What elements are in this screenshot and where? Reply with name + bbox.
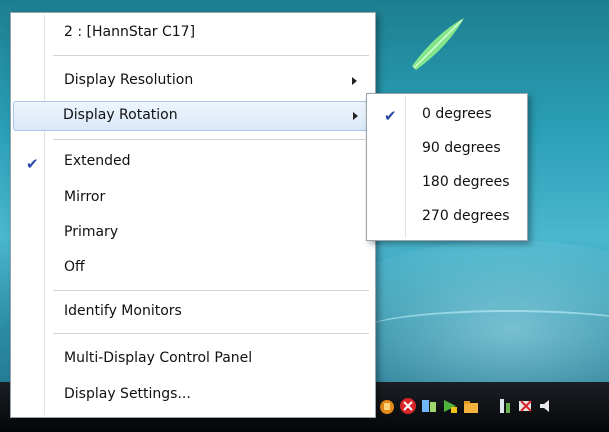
display-rotation-item[interactable]: Display Rotation [13, 101, 373, 131]
checkmark-icon: ✔ [384, 107, 397, 125]
menu-separator [53, 333, 369, 335]
control-panel-item[interactable]: Multi-Display Control Panel [13, 344, 373, 374]
submenu-arrow-icon [352, 77, 357, 85]
update-icon[interactable] [441, 397, 459, 415]
battery-icon[interactable] [517, 397, 535, 415]
wallpaper-leaf-icon [412, 18, 464, 70]
mode-primary-item[interactable]: Primary [13, 218, 373, 248]
rotation-180-label: 180 degrees [422, 174, 510, 190]
sync-icon[interactable] [420, 397, 438, 415]
security-alert-icon[interactable] [399, 397, 417, 415]
connection-icon[interactable] [496, 397, 514, 415]
rotation-270-label: 270 degrees [422, 208, 510, 224]
folder-icon[interactable] [462, 397, 480, 415]
volume-icon[interactable] [538, 397, 556, 415]
mode-mirror-label: Mirror [64, 189, 106, 205]
display-resolution-item[interactable]: Display Resolution [13, 66, 373, 96]
display-context-menu: 2 : [HannStar C17] Display Resolution Di… [10, 12, 376, 418]
mode-primary-label: Primary [64, 224, 119, 240]
rotation-90-label: 90 degrees [422, 140, 501, 156]
submenu-arrow-icon [353, 112, 358, 120]
rotation-270-item[interactable]: 270 degrees [369, 201, 525, 233]
identify-monitors-item[interactable]: Identify Monitors [13, 297, 373, 327]
monitor-header-label: 2 : [HannStar C17] [64, 24, 196, 40]
menu-separator [53, 290, 369, 292]
identify-monitors-label: Identify Monitors [64, 303, 182, 319]
menu-separator [53, 139, 369, 141]
system-tray [378, 392, 556, 420]
mode-off-label: Off [64, 259, 85, 275]
display-rotation-submenu: ✔ 0 degrees 90 degrees 180 degrees 270 d… [366, 93, 528, 241]
rotation-0-label: 0 degrees [422, 106, 492, 122]
rotation-0-item[interactable]: ✔ 0 degrees [369, 99, 525, 131]
checkmark-icon: ✔ [26, 155, 39, 173]
control-panel-label: Multi-Display Control Panel [64, 350, 253, 366]
monitor-header-item[interactable]: 2 : [HannStar C17] [13, 18, 373, 48]
mode-off-item[interactable]: Off [13, 253, 373, 283]
tray-spacer [483, 397, 493, 415]
mode-extended-item[interactable]: ✔ Extended [13, 147, 373, 177]
display-settings-label: Display Settings... [64, 386, 191, 402]
mode-mirror-item[interactable]: Mirror [13, 183, 373, 213]
display-rotation-label: Display Rotation [63, 107, 178, 123]
display-resolution-label: Display Resolution [64, 72, 194, 88]
network-icon[interactable] [378, 397, 396, 415]
menu-separator [53, 55, 369, 57]
rotation-90-item[interactable]: 90 degrees [369, 133, 525, 165]
mode-extended-label: Extended [64, 153, 131, 169]
rotation-180-item[interactable]: 180 degrees [369, 167, 525, 199]
display-settings-item[interactable]: Display Settings... [13, 380, 373, 410]
